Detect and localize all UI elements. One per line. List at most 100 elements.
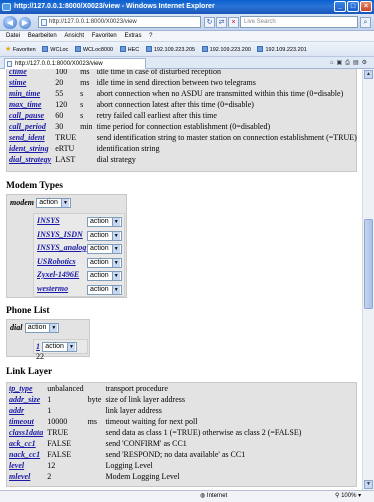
param-unit-cell: s (80, 88, 84, 98)
param-link-send_ident[interactable]: send_ident (9, 133, 45, 142)
minimize-button[interactable]: _ (334, 1, 346, 12)
param-link-class1data[interactable]: class1data (9, 428, 43, 437)
tools-menu-icon[interactable]: ⚙ (362, 60, 370, 66)
param-link-level[interactable]: level (9, 461, 24, 470)
dial-action-select[interactable]: action ▼ (24, 323, 60, 333)
back-button[interactable]: ◀ (3, 16, 17, 29)
maximize-button[interactable]: □ (347, 1, 359, 12)
menu-item-ansicht[interactable]: Ansicht (64, 33, 84, 39)
param-link-call_pause[interactable]: call_pause (9, 111, 44, 120)
modem-item-select-value: action (90, 285, 109, 293)
compat-icon[interactable]: ⇄ (216, 17, 227, 28)
param-name-cell: addr (7, 405, 45, 416)
chevron-down-icon: ▼ (111, 245, 120, 253)
phone-entry-select[interactable]: action ▼ (42, 342, 77, 352)
param-link-timeout[interactable]: timeout (9, 417, 34, 426)
menu-item-extras[interactable]: Extras (124, 33, 141, 39)
close-button[interactable]: × (360, 1, 372, 12)
param-description-cell: abort connection latest after this time … (96, 99, 254, 109)
address-input[interactable]: http://127.0.0.1:8000/X0023/view (38, 16, 201, 28)
phone-entry-value: 22 (36, 352, 44, 361)
modem-link-insys_isdn[interactable]: INSYS_ISDN (37, 230, 83, 239)
modem-item-select[interactable]: action ▼ (87, 284, 122, 295)
param-link-max_time[interactable]: max_time (9, 100, 41, 109)
param-link-ctime[interactable]: ctime (9, 69, 27, 76)
search-icon[interactable]: ⌕ (360, 17, 371, 28)
param-unit-cell (78, 132, 94, 143)
forward-button[interactable]: ▶ (19, 17, 31, 29)
favorite-link[interactable]: 192.109.223.200 (201, 43, 251, 56)
param-value-cell: FALSE (47, 438, 72, 448)
modem-link-usrobotics[interactable]: USRobotics (37, 257, 76, 266)
param-unit-cell (86, 438, 104, 449)
param-value-cell: 12 (47, 460, 56, 470)
refresh-icon[interactable]: ↻ (204, 17, 215, 28)
param-link-ack_cc1[interactable]: ack_cc1 (9, 439, 36, 448)
modem-link-zyxel-1496e[interactable]: Zyxel-1496E (37, 270, 79, 279)
param-name-cell: max_time (7, 99, 53, 110)
page-menu-icon[interactable]: ▤ (353, 60, 362, 66)
favorites-button[interactable]: ★ Favoriten (5, 42, 36, 56)
chevron-down-icon: ▼ (111, 231, 120, 240)
search-input[interactable]: Live Search (240, 16, 358, 28)
param-link-dial_strategy[interactable]: dial_strategy (9, 155, 51, 164)
stop-icon[interactable]: × (228, 17, 239, 28)
modem-action-select[interactable]: action ▼ (36, 198, 71, 208)
param-link-addr[interactable]: addr (9, 406, 24, 415)
modem-item-select[interactable]: action ▼ (87, 230, 122, 241)
param-row: timeout 10000 ms timeout waiting for next p… (7, 416, 303, 427)
modem-link-insys_analog[interactable]: INSYS_analog (37, 243, 86, 252)
param-link-addr_size[interactable]: addr_size (9, 395, 40, 404)
vertical-scrollbar[interactable]: ▲ ▼ (362, 69, 374, 490)
favorite-page-icon (74, 46, 81, 52)
scrollbar-thumb[interactable] (364, 219, 373, 309)
print-icon[interactable]: ⎙ (345, 60, 353, 66)
param-name-cell: level (7, 460, 45, 471)
favorite-link[interactable]: HEC (119, 43, 139, 56)
menu-item-bearbeiten[interactable]: Bearbeiten (28, 33, 57, 39)
menu-item-datei[interactable]: Datei (6, 33, 20, 39)
param-link-ident_string[interactable]: ident_string (9, 144, 49, 153)
modem-item-select[interactable]: action ▼ (87, 217, 122, 227)
modem-item-select[interactable]: action ▼ (87, 244, 122, 254)
menu-item-help[interactable]: ? (149, 33, 152, 39)
favorite-link[interactable]: WCLoc8000 (74, 43, 113, 56)
param-link-stime[interactable]: stime (9, 78, 26, 87)
chevron-down-icon: ▼ (111, 285, 120, 294)
param-row: max_time 120 s abort connection latest afte… (7, 99, 359, 110)
param-link-min_time[interactable]: min_time (9, 89, 40, 98)
param-link-mlevel[interactable]: mlevel (9, 472, 30, 481)
param-name-cell: ack_cc1 (7, 438, 45, 449)
menu-item-favoriten[interactable]: Favoriten (92, 33, 117, 39)
param-unit-cell: s (80, 110, 84, 120)
favorite-link[interactable]: 192.109.223.205 (145, 43, 195, 56)
param-value-cell: TRUE (47, 427, 69, 437)
address-bar-row: ◀ ▶ http://127.0.0.1:8000/X0023/view ↻ ⇄… (0, 14, 374, 31)
param-description-cell: retry failed call earliest after this ti… (96, 110, 217, 120)
favorite-link[interactable]: 192.109.223.201 (257, 43, 307, 56)
modem-item-select[interactable]: action ▼ (87, 271, 122, 281)
param-value-cell: LAST (55, 154, 76, 164)
scroll-down-icon[interactable]: ▼ (364, 480, 373, 489)
param-link-nack_cc1[interactable]: nack_cc1 (9, 450, 40, 459)
param-row: ident_string eRTU identification string (7, 143, 359, 154)
tab-current[interactable]: http://127.0.0.1:8000/X0023/view (4, 58, 146, 69)
modem-link-insys[interactable]: INSYS (37, 216, 60, 225)
favorite-link[interactable]: WCLoc (42, 43, 68, 56)
param-link-tp_type[interactable]: tp_type (9, 384, 33, 393)
param-unit-cell (86, 449, 104, 460)
modem-link-westermo[interactable]: westermo (37, 284, 68, 293)
chevron-down-icon: ▼ (49, 324, 58, 332)
phone-entry-link[interactable]: 1 (36, 342, 40, 351)
param-value-cell: 55 (55, 88, 64, 98)
modem-item-select-value: action (90, 258, 109, 266)
param-value-cell: 10000 (47, 416, 68, 426)
scroll-up-icon[interactable]: ▲ (364, 70, 373, 79)
modem-item-select[interactable]: action ▼ (87, 257, 122, 268)
zoom-control[interactable]: ⚲ 100% ▾ (335, 491, 361, 502)
feeds-icon[interactable]: ▣ (336, 60, 345, 66)
page-icon (41, 19, 47, 26)
param-name-cell: call_period (7, 121, 53, 132)
param-link-call_period[interactable]: call_period (9, 122, 46, 131)
dial-row: dial action ▼ (10, 323, 60, 333)
